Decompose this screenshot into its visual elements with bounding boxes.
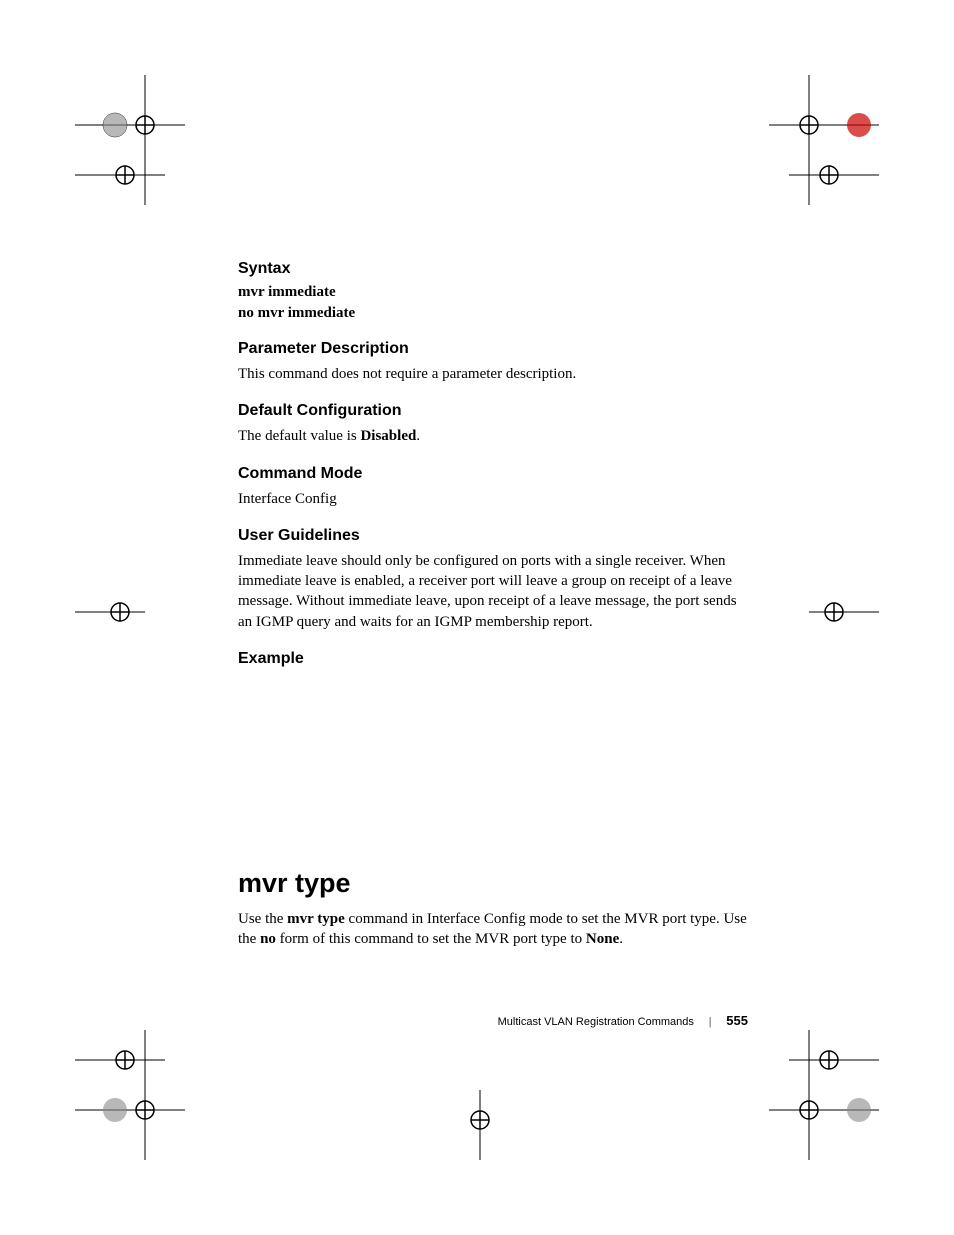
footer-section-title: Multicast VLAN Registration Commands [498,1016,694,1028]
syntax-line: mvr immediate [238,284,748,301]
example-heading: Example [238,650,748,668]
crop-mark-icon [769,1030,879,1160]
command-title: mvr type [238,868,748,899]
crop-mark-icon [450,1090,510,1160]
parameter-description-text: This command does not require a paramete… [238,364,748,384]
crop-mark-icon [75,582,145,642]
crop-mark-icon [75,75,185,205]
syntax-heading: Syntax [238,260,748,278]
page-content: Syntax mvr immediate no mvr immediate Pa… [238,260,748,951]
crop-mark-icon [769,75,879,205]
syntax-line: no mvr immediate [238,305,748,322]
crop-mark-icon [75,1030,185,1160]
footer-separator: | [709,1014,711,1028]
default-configuration-heading: Default Configuration [238,402,748,420]
command-description: Use the mvr type command in Interface Co… [238,909,748,950]
crop-mark-icon [809,582,879,642]
page-footer: Multicast VLAN Registration Commands | 5… [498,1013,748,1029]
parameter-description-heading: Parameter Description [238,340,748,358]
user-guidelines-heading: User Guidelines [238,527,748,545]
command-mode-heading: Command Mode [238,465,748,483]
page-number: 555 [726,1013,748,1028]
default-configuration-text: The default value is Disabled. [238,426,748,446]
user-guidelines-text: Immediate leave should only be configure… [238,551,748,632]
command-mode-text: Interface Config [238,489,748,509]
